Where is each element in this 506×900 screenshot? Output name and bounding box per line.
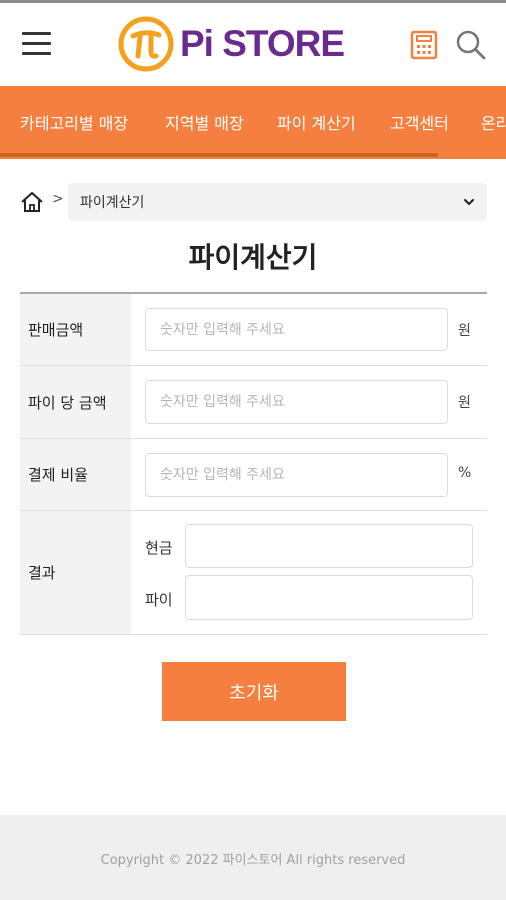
result-row: 결과 현금 파이	[20, 511, 487, 635]
reset-button[interactable]: 초기화	[162, 662, 346, 721]
cash-result-field[interactable]	[185, 524, 473, 568]
sale-amount-label: 판매금액	[20, 294, 131, 365]
search-icon[interactable]	[455, 29, 487, 61]
pi-logo-icon	[118, 16, 174, 72]
page-title: 파이계산기	[188, 241, 318, 274]
price-per-pi-unit: 원	[458, 395, 471, 411]
pi-label: 파이	[145, 591, 173, 609]
sale-amount-unit: 원	[458, 323, 471, 339]
calculator-icon[interactable]	[410, 30, 438, 60]
nav-item-regional-stores[interactable]: 지역별 매장	[165, 110, 244, 134]
price-per-pi-input[interactable]	[145, 380, 448, 424]
nav-item-category-stores[interactable]: 카테고리별 매장	[20, 110, 128, 134]
breadcrumb-dropdown[interactable]: 파이계산기	[68, 183, 487, 221]
result-label: 결과	[20, 511, 131, 634]
nav-item-pi-calculator[interactable]: 파이 계산기	[277, 110, 356, 134]
payment-ratio-unit: %	[458, 465, 472, 481]
price-per-pi-row: 파이 당 금액 원	[20, 366, 487, 439]
app-header: Pi STORE	[0, 3, 506, 86]
cash-label: 현금	[145, 539, 173, 557]
home-icon[interactable]	[20, 191, 44, 213]
menu-icon[interactable]	[22, 32, 51, 56]
pi-result-field[interactable]	[185, 575, 473, 620]
chevron-down-icon	[464, 199, 474, 205]
pi-store-logo[interactable]: Pi STORE	[118, 14, 345, 74]
calculator-form: 판매금액 원 파이 당 금액 원 결제 비율 % 결과 현금 파이	[20, 292, 487, 635]
logo-text: Pi STORE	[180, 23, 345, 64]
sale-amount-input[interactable]	[145, 308, 448, 351]
category-nav: 카테고리별 매장 지역별 매장 파이 계산기 고객센터 온라	[0, 86, 506, 159]
copyright-text: Copyright © 2022 파이스토어 All rights reserv…	[100, 853, 406, 868]
breadcrumb: > 파이계산기	[20, 183, 487, 221]
breadcrumb-separator: >	[52, 191, 64, 207]
nav-item-online[interactable]: 온라	[481, 110, 506, 134]
payment-ratio-label: 결제 비율	[20, 439, 131, 510]
footer: Copyright © 2022 파이스토어 All rights reserv…	[0, 815, 506, 900]
payment-ratio-input[interactable]	[145, 453, 448, 497]
nav-item-customer-center[interactable]: 고객센터	[390, 110, 449, 134]
payment-ratio-row: 결제 비율 %	[20, 439, 487, 511]
breadcrumb-current: 파이계산기	[80, 195, 145, 211]
nav-scrollbar[interactable]	[0, 153, 438, 157]
price-per-pi-label: 파이 당 금액	[20, 366, 131, 438]
sale-amount-row: 판매금액 원	[20, 294, 487, 366]
